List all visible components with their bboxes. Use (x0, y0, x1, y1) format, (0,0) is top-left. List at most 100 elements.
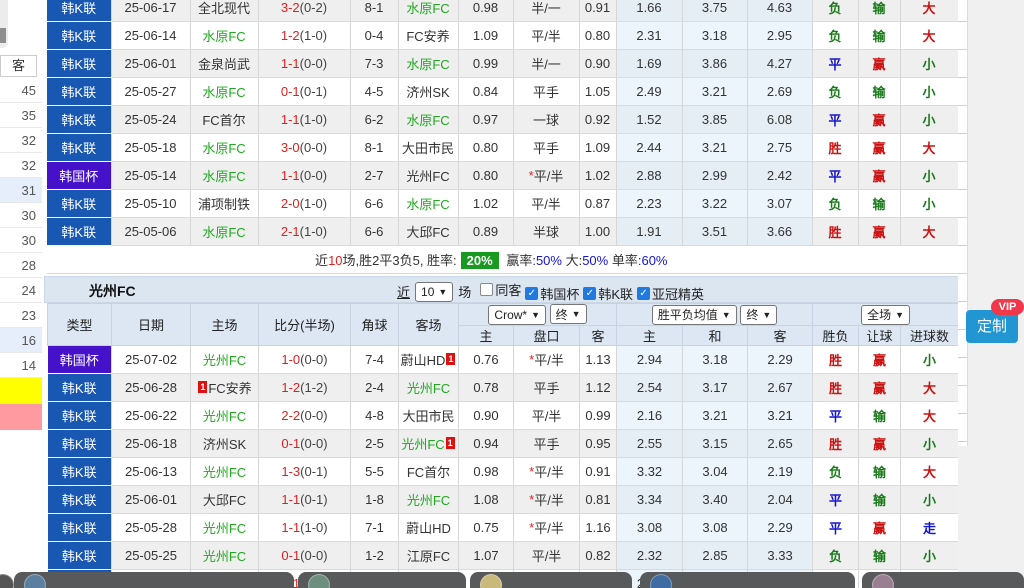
odds-stage-select[interactable]: 终▼ (550, 304, 587, 324)
pink-marker-row[interactable] (0, 404, 42, 430)
odds-list-item[interactable]: 32 (0, 153, 42, 178)
handicap-result-cell: 赢 (859, 346, 901, 374)
taskbar-item-4[interactable] (640, 572, 855, 588)
team-name: 光州FC (203, 465, 246, 480)
goals-result-cell: 大 (900, 22, 958, 50)
match-row: 韩K联25-05-24FC首尔1-1(1-0)6-2水原FC0.97一球0.92… (47, 106, 958, 134)
asian-away-odds-cell: 1.05 (579, 78, 616, 106)
euro-away-odds-cell: 2.42 (747, 162, 812, 190)
date-cell: 25-05-27 (111, 78, 190, 106)
euro-away-odds-cell: 6.08 (747, 106, 812, 134)
halftime-score: (0-1) (300, 492, 327, 507)
odds-source-select[interactable]: Crow*▼ (488, 305, 546, 325)
odds-list-item[interactable]: 16 (0, 328, 42, 353)
euro-stage-select[interactable]: 终▼ (740, 305, 777, 325)
left-sidebar: 客 453532323130302824231614 (0, 0, 42, 588)
euro-home-odds-cell: 1.52 (616, 106, 682, 134)
handicap-cell: 一球 (513, 106, 579, 134)
asian-home-odds-cell: 0.80 (458, 134, 513, 162)
summary-stat-label: 赢率: (503, 253, 536, 268)
goals-result-cell: 小 (900, 162, 958, 190)
odds-list-item[interactable]: 14 (0, 353, 42, 378)
chevron-down-icon: ▼ (762, 310, 771, 320)
team-name: 水原FC (202, 225, 245, 240)
odds-list-item[interactable]: 30 (0, 203, 42, 228)
odds-list-item[interactable]: 45 (0, 78, 42, 103)
league-cell: 韩K联 (48, 514, 112, 542)
checkbox-checked-icon[interactable]: ✓ (637, 287, 650, 300)
match-row: 韩K联25-05-06水原FC2-1(1-0)6-6大邱FC0.89半球1.00… (47, 218, 958, 246)
asian-away-odds-cell: 1.00 (579, 218, 616, 246)
fulltime-score: 2-0 (281, 196, 300, 211)
match-row: 韩K联25-06-22光州FC2-2(0-0)4-8大田市民0.90平/半0.9… (48, 402, 959, 430)
subheader-euro-away: 客 (748, 326, 813, 346)
odds-list-item[interactable]: 24 (0, 278, 42, 303)
team-name: 浦项制铁 (198, 197, 250, 212)
fulltime-score: 1-2 (281, 380, 300, 395)
odds-list-item[interactable]: 32 (0, 128, 42, 153)
suwon-table-wrap: 韩K联25-06-17全北现代3-2(0-2)8-1水原FC0.98半/一0.9… (47, 0, 959, 274)
team-name: 光州FC (203, 409, 246, 424)
subheader-euro-home: 主 (617, 326, 683, 346)
handicap-result-cell: 输 (858, 78, 900, 106)
handicap-cell: 半球 (513, 218, 579, 246)
euro-away-odds-cell: 2.29 (748, 346, 813, 374)
goals-result-cell: 小 (900, 50, 958, 78)
checkbox-checked-icon[interactable]: ✓ (583, 287, 596, 300)
odds-list-item[interactable]: 35 (0, 103, 42, 128)
section-title: 光州FC (89, 281, 136, 301)
asian-home-odds-cell: 0.90 (459, 402, 514, 430)
euro-draw-odds-cell: 3.51 (682, 218, 747, 246)
handicap-result-cell: 赢 (858, 50, 900, 78)
asian-away-odds-cell: 1.09 (579, 134, 616, 162)
match-row: 韩K联25-05-18水原FC3-0(0-0)8-1大田市民0.80平手1.09… (47, 134, 958, 162)
euro-odds-select[interactable]: 胜平负均值▼ (652, 305, 737, 325)
odds-list-item[interactable]: 30 (0, 228, 42, 253)
score-cell: 0-1(0-1) (258, 78, 350, 106)
date-cell: 25-05-25 (112, 542, 191, 570)
league-cell: 韩K联 (48, 374, 112, 402)
league-cell: 韩K联 (47, 78, 111, 106)
euro-away-odds-cell: 2.69 (747, 78, 812, 106)
odds-stage-value: 终 (556, 306, 568, 323)
euro-away-odds-cell: 4.27 (747, 50, 812, 78)
away-team-cell: 水原FC (398, 50, 458, 78)
goals-result-cell: 走 (901, 514, 959, 542)
goals-result-cell: 小 (900, 190, 958, 218)
halftime-score: (1-0) (300, 112, 327, 127)
corner-cell: 7-3 (350, 50, 398, 78)
odds-list-item[interactable]: 28 (0, 253, 42, 278)
asian-away-odds-cell: 1.13 (580, 346, 617, 374)
red-card-badge: 1 (446, 437, 455, 449)
handicap-result-cell: 输 (858, 0, 900, 22)
asian-away-odds-cell: 0.92 (579, 106, 616, 134)
goals-result-cell: 大 (900, 134, 958, 162)
asian-away-odds-cell: 1.12 (580, 374, 617, 402)
handicap-cell: 平/半 (514, 542, 580, 570)
recent-matches-link[interactable]: 近 (397, 282, 410, 301)
odds-list-item[interactable]: 31 (0, 178, 42, 203)
checkbox-checked-icon[interactable]: ✓ (525, 287, 538, 300)
winlose-result-cell: 胜 (813, 374, 859, 402)
home-team-cell: 浦项制铁 (190, 190, 258, 218)
home-team-cell: 光州FC (191, 514, 259, 542)
match-count-select[interactable]: 10 ▼ (415, 282, 453, 302)
yellow-marker-row[interactable] (0, 378, 42, 404)
checkbox-unchecked-icon[interactable] (480, 283, 493, 296)
winlose-result-cell: 平 (812, 162, 858, 190)
euro-away-odds-cell: 3.33 (748, 542, 813, 570)
filter-option-label: 韩K联 (598, 284, 633, 303)
chevron-down-icon: ▼ (572, 309, 581, 319)
subheader-handicap-result: 让球 (859, 326, 901, 346)
date-cell: 25-06-18 (112, 430, 191, 458)
odds-list-item[interactable]: 23 (0, 303, 42, 328)
winlose-result-cell: 胜 (812, 218, 858, 246)
team-name: FC首尔 (407, 465, 450, 480)
taskbar-item-1[interactable] (14, 572, 294, 588)
handicap-cell: *平/半 (514, 346, 580, 374)
scope-select[interactable]: 全场▼ (861, 305, 910, 325)
halftime-score: (1-2) (300, 380, 327, 395)
score-cell: 1-2(1-0) (258, 22, 350, 50)
filter-option-亚冠精英: ✓亚冠精英 (637, 284, 704, 303)
date-cell: 25-06-28 (112, 374, 191, 402)
